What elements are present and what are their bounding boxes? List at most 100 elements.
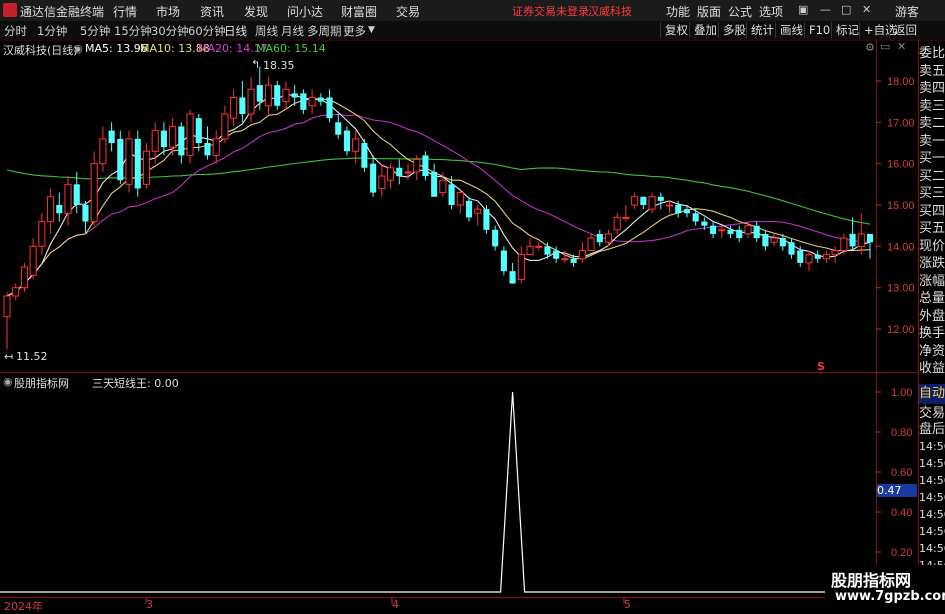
high-price-label: 18.35 bbox=[263, 59, 295, 72]
cursor-value-badge: 0.47 bbox=[877, 484, 917, 497]
candle-body bbox=[29, 245, 37, 276]
candle-body bbox=[282, 88, 290, 103]
candle-body bbox=[169, 125, 177, 148]
candle-body bbox=[492, 229, 499, 247]
candle-body bbox=[343, 130, 351, 152]
candle-body bbox=[264, 84, 273, 107]
ind-tick-label: 0.40 bbox=[891, 507, 912, 519]
watermark-line2: www.7gpzb.com bbox=[835, 589, 945, 604]
candle-body bbox=[736, 229, 743, 239]
candle-body bbox=[465, 200, 473, 218]
y-tick-label: 14.00 bbox=[887, 241, 915, 253]
candle-body bbox=[535, 245, 543, 248]
candle-body bbox=[431, 171, 438, 197]
candle-body bbox=[256, 85, 263, 102]
x-label-march: 3 bbox=[146, 598, 153, 611]
x-label-year: 2024年 bbox=[4, 600, 43, 613]
candle-body bbox=[640, 196, 647, 205]
candle-body bbox=[526, 245, 534, 256]
candle-body bbox=[500, 250, 507, 272]
quote-field-18: 收益 bbox=[919, 361, 945, 376]
candle-body bbox=[665, 204, 674, 207]
low-price-label: 11.52 bbox=[16, 350, 48, 363]
indicator-line bbox=[0, 391, 876, 593]
trade-time-6: 14:56 bbox=[919, 542, 945, 555]
sell-marker: S bbox=[817, 360, 825, 373]
y-tick-label: 15.00 bbox=[887, 200, 915, 212]
candle-body bbox=[622, 216, 630, 219]
trade-time-1: 14:56 bbox=[919, 457, 945, 470]
candle-body bbox=[727, 229, 734, 234]
kline-chart[interactable]: 18.00 17.00 16.00 15.00 14.00 13.00 12.00 1.00 0… bbox=[0, 0, 945, 609]
watermark-line1: 股朋指标网 bbox=[831, 571, 912, 590]
candle-body bbox=[212, 138, 220, 156]
candle-body bbox=[544, 246, 551, 255]
candle-body bbox=[247, 88, 255, 115]
candle-body bbox=[631, 196, 639, 206]
candle-body bbox=[456, 192, 464, 206]
after-hours-label[interactable]: 盘后 bbox=[919, 420, 945, 440]
candle-body bbox=[38, 221, 46, 247]
candle-body bbox=[73, 184, 80, 205]
candle-body bbox=[361, 142, 368, 168]
candle-body bbox=[3, 295, 11, 318]
candle-body bbox=[64, 183, 72, 214]
candle-body bbox=[448, 184, 455, 205]
trade-time-3: 14:56 bbox=[919, 491, 945, 504]
candle-body bbox=[561, 258, 569, 261]
candle-body bbox=[604, 233, 613, 243]
candle-body bbox=[20, 266, 28, 289]
candle-body bbox=[239, 97, 246, 115]
candle-body bbox=[142, 150, 151, 185]
candle-body bbox=[300, 93, 307, 110]
candle-body bbox=[822, 254, 830, 260]
candle-body bbox=[160, 130, 167, 148]
high-label-arrow: ↰ bbox=[251, 58, 261, 71]
candle-body bbox=[613, 216, 621, 231]
candle-body bbox=[178, 126, 185, 156]
candle-body bbox=[404, 171, 412, 174]
ma10-line bbox=[6, 98, 871, 297]
indicator-settings-icon[interactable]: ◉ bbox=[3, 375, 13, 388]
candle-body bbox=[291, 93, 298, 98]
candle-body bbox=[587, 237, 595, 251]
y-tick-label: 18.00 bbox=[887, 76, 915, 88]
candle-body bbox=[108, 130, 115, 143]
candle-body bbox=[204, 142, 211, 156]
candle-body bbox=[56, 205, 63, 214]
candle-body bbox=[692, 213, 699, 222]
candle-body bbox=[274, 85, 281, 106]
candle-body bbox=[596, 233, 603, 243]
y-tick-label: 12.00 bbox=[887, 324, 915, 336]
candle-body bbox=[12, 287, 20, 297]
candle-body bbox=[849, 233, 856, 247]
candle-body bbox=[335, 122, 342, 135]
candle-body bbox=[683, 209, 690, 214]
candle-body bbox=[517, 254, 525, 280]
candle-body bbox=[866, 233, 874, 243]
candle-body bbox=[195, 118, 202, 143]
candle-body bbox=[99, 138, 107, 165]
candle-body bbox=[779, 238, 786, 247]
site-watermark: 股朋指标网 www.7gpzb.com bbox=[825, 565, 945, 609]
candle-body bbox=[578, 249, 586, 260]
trade-time-0: 14:56 bbox=[919, 440, 945, 453]
candle-body bbox=[570, 258, 577, 263]
y-tick-label: 13.00 bbox=[887, 283, 915, 295]
candle-body bbox=[370, 163, 377, 193]
x-label-may: 5 bbox=[624, 598, 631, 611]
auto-trade-tab[interactable]: 自动 bbox=[919, 384, 945, 404]
x-label-april: 4 bbox=[392, 598, 399, 611]
candle-body bbox=[710, 225, 717, 234]
candle-body bbox=[378, 175, 386, 189]
candle-body bbox=[47, 196, 55, 223]
trade-time-5: 14:56 bbox=[919, 525, 945, 538]
candle-body bbox=[797, 250, 804, 263]
candle-body bbox=[831, 249, 839, 256]
candle-body bbox=[840, 237, 848, 251]
candle-body bbox=[744, 225, 752, 235]
candle-body bbox=[753, 225, 760, 239]
candle-body bbox=[117, 138, 124, 181]
candle-body bbox=[857, 233, 865, 247]
candle-body bbox=[352, 138, 360, 152]
